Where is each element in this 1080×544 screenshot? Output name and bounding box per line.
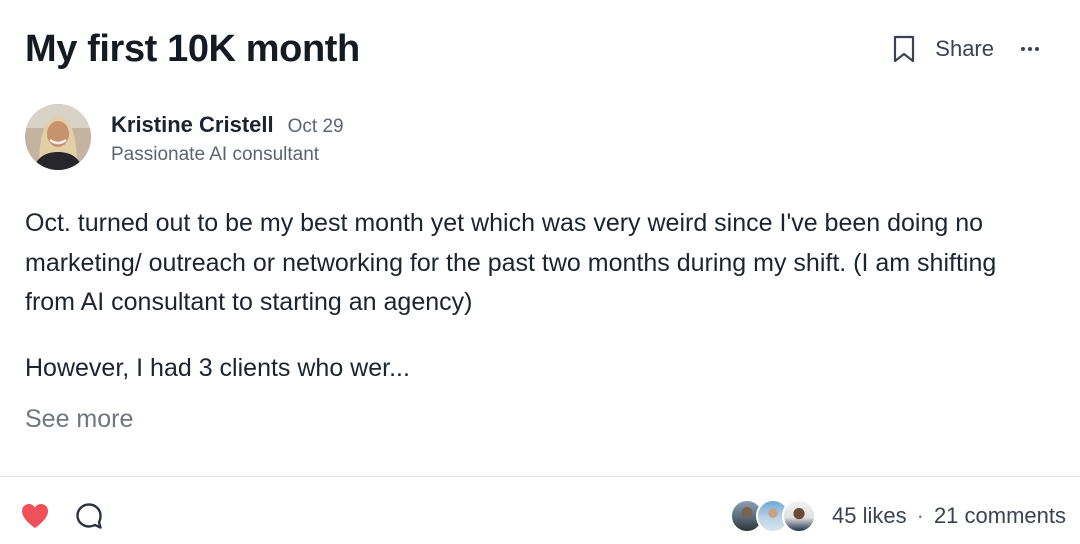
more-dot <box>1035 47 1039 51</box>
author-name[interactable]: Kristine Cristell <box>111 112 274 138</box>
post-card: My first 10K month Share Kristine Criste… <box>0 0 1080 544</box>
engagement-stats: 45 likes · 21 comments <box>730 498 1066 534</box>
post-title: My first 10K month <box>25 28 360 70</box>
see-more-link[interactable]: See more <box>25 405 133 434</box>
comments-count[interactable]: 21 comments <box>934 503 1066 529</box>
post-date: Oct 29 <box>287 116 344 137</box>
post-paragraph: However, I had 3 clients who wer... <box>25 353 410 382</box>
more-options-button[interactable] <box>1016 30 1044 68</box>
avatar-photo <box>25 104 91 170</box>
liker-avatars[interactable] <box>730 499 817 533</box>
comment-bubble-icon <box>76 503 102 529</box>
share-button[interactable]: Share <box>935 36 994 62</box>
author-headline: Passionate AI consultant <box>111 144 320 165</box>
bookmark-button[interactable] <box>889 30 919 68</box>
more-dot <box>1028 47 1032 51</box>
separator-dot: · <box>916 503 924 528</box>
comment-button[interactable] <box>74 500 104 532</box>
post-paragraph: Oct. turned out to be my best month yet … <box>25 209 997 316</box>
post-body: Oct. turned out to be my best month yet … <box>25 204 1045 388</box>
post-header-actions: Share <box>889 30 1044 68</box>
more-horizontal-icon <box>1021 47 1025 51</box>
divider <box>0 476 1080 477</box>
author-name-row: Kristine Cristell Oct 29 <box>111 112 344 138</box>
author-block: Kristine Cristell Oct 29 Passionate AI c… <box>25 104 344 170</box>
heart-icon <box>22 504 48 528</box>
like-button[interactable] <box>20 500 50 532</box>
avatar <box>782 499 817 533</box>
avatar[interactable] <box>25 104 91 170</box>
author-info: Kristine Cristell Oct 29 Passionate AI c… <box>111 104 344 170</box>
bookmark-icon <box>894 35 915 63</box>
likes-count[interactable]: 45 likes <box>832 503 907 529</box>
